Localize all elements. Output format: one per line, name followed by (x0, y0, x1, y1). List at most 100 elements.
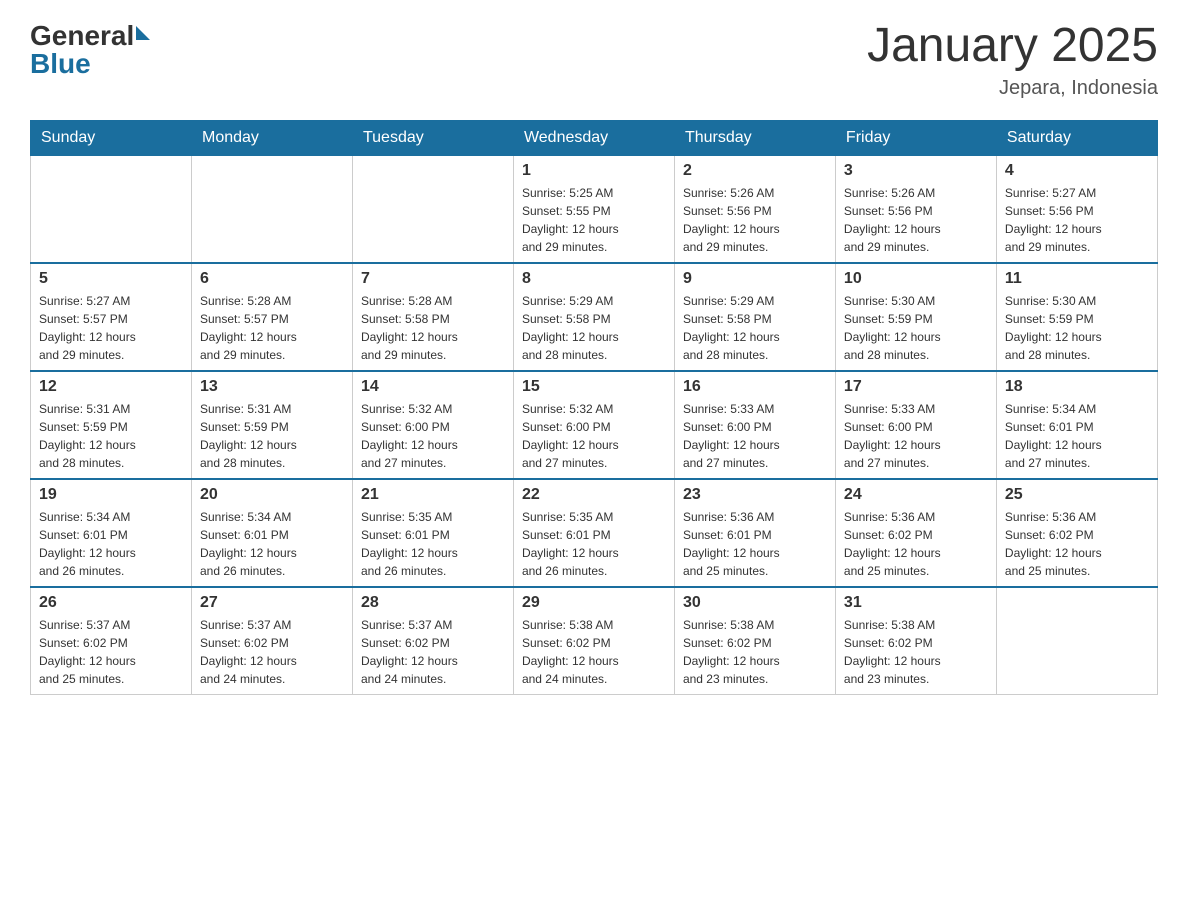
day-number: 11 (1005, 270, 1149, 288)
calendar-cell: 14 Sunrise: 5:32 AMSunset: 6:00 PMDayligh… (352, 371, 513, 479)
day-info: Sunrise: 5:37 AMSunset: 6:02 PMDaylight:… (361, 616, 505, 688)
day-info: Sunrise: 5:34 AMSunset: 6:01 PMDaylight:… (200, 508, 344, 580)
day-info: Sunrise: 5:28 AMSunset: 5:58 PMDaylight:… (361, 292, 505, 364)
calendar-cell: 15 Sunrise: 5:32 AMSunset: 6:00 PMDayligh… (513, 371, 674, 479)
day-info: Sunrise: 5:26 AMSunset: 5:56 PMDaylight:… (683, 184, 827, 256)
calendar-cell: 18 Sunrise: 5:34 AMSunset: 6:01 PMDayligh… (996, 371, 1157, 479)
day-number: 8 (522, 270, 666, 288)
calendar-title: January 2025 (867, 20, 1158, 73)
day-info: Sunrise: 5:33 AMSunset: 6:00 PMDaylight:… (683, 400, 827, 472)
day-header-monday: Monday (191, 120, 352, 155)
calendar-cell: 17Sunrise: 5:33 AMSunset: 6:00 PMDayligh… (835, 371, 996, 479)
calendar-cell (352, 155, 513, 263)
calendar-cell: 20 Sunrise: 5:34 AMSunset: 6:01 PMDayligh… (191, 479, 352, 587)
day-header-tuesday: Tuesday (352, 120, 513, 155)
day-number: 31 (844, 594, 988, 612)
calendar-cell: 24Sunrise: 5:36 AMSunset: 6:02 PMDayligh… (835, 479, 996, 587)
day-info: Sunrise: 5:30 AMSunset: 5:59 PMDaylight:… (844, 292, 988, 364)
calendar-cell: 13Sunrise: 5:31 AMSunset: 5:59 PMDayligh… (191, 371, 352, 479)
day-info: Sunrise: 5:34 AMSunset: 6:01 PMDaylight:… (39, 508, 183, 580)
day-info: Sunrise: 5:33 AMSunset: 6:00 PMDaylight:… (844, 400, 988, 472)
day-info: Sunrise: 5:27 AMSunset: 5:57 PMDaylight:… (39, 292, 183, 364)
day-number: 12 (39, 378, 183, 396)
day-number: 21 (361, 486, 505, 504)
day-number: 3 (844, 162, 988, 180)
calendar-cell: 29Sunrise: 5:38 AMSunset: 6:02 PMDayligh… (513, 587, 674, 695)
calendar-cell: 12Sunrise: 5:31 AMSunset: 5:59 PMDayligh… (31, 371, 192, 479)
logo-blue-text: Blue (30, 48, 150, 80)
day-number: 30 (683, 594, 827, 612)
day-info: Sunrise: 5:35 AMSunset: 6:01 PMDaylight:… (522, 508, 666, 580)
calendar-cell: 10 Sunrise: 5:30 AMSunset: 5:59 PMDayligh… (835, 263, 996, 371)
day-info: Sunrise: 5:38 AMSunset: 6:02 PMDaylight:… (522, 616, 666, 688)
day-info: Sunrise: 5:32 AMSunset: 6:00 PMDaylight:… (522, 400, 666, 472)
day-number: 14 (361, 378, 505, 396)
day-info: Sunrise: 5:36 AMSunset: 6:01 PMDaylight:… (683, 508, 827, 580)
day-number: 22 (522, 486, 666, 504)
day-number: 1 (522, 162, 666, 180)
calendar-week-row: 5 Sunrise: 5:27 AMSunset: 5:57 PMDaylight… (31, 263, 1158, 371)
calendar-cell: 3Sunrise: 5:26 AMSunset: 5:56 PMDaylight… (835, 155, 996, 263)
day-number: 10 (844, 270, 988, 288)
day-number: 15 (522, 378, 666, 396)
day-info: Sunrise: 5:28 AMSunset: 5:57 PMDaylight:… (200, 292, 344, 364)
day-info: Sunrise: 5:36 AMSunset: 6:02 PMDaylight:… (1005, 508, 1149, 580)
day-header-friday: Friday (835, 120, 996, 155)
calendar-cell: 31 Sunrise: 5:38 AMSunset: 6:02 PMDayligh… (835, 587, 996, 695)
calendar-cell: 1 Sunrise: 5:25 AMSunset: 5:55 PMDaylight… (513, 155, 674, 263)
day-info: Sunrise: 5:31 AMSunset: 5:59 PMDaylight:… (200, 400, 344, 472)
day-number: 28 (361, 594, 505, 612)
day-number: 25 (1005, 486, 1149, 504)
calendar-subtitle: Jepara, Indonesia (867, 77, 1158, 100)
day-info: Sunrise: 5:25 AMSunset: 5:55 PMDaylight:… (522, 184, 666, 256)
calendar-cell (996, 587, 1157, 695)
calendar-table: SundayMondayTuesdayWednesdayThursdayFrid… (30, 120, 1158, 695)
calendar-cell: 5 Sunrise: 5:27 AMSunset: 5:57 PMDaylight… (31, 263, 192, 371)
calendar-week-row: 12 Sunrise: 5:31 AMSunset: 5:59 PMDayligh… (31, 371, 1158, 479)
calendar-cell: 21 Sunrise: 5:35 AMSunset: 6:01 PMDayligh… (352, 479, 513, 587)
calendar-week-row: 1 Sunrise: 5:25 AMSunset: 5:55 PMDaylight… (31, 155, 1158, 263)
calendar-week-row: 26Sunrise: 5:37 AMSunset: 6:02 PMDayligh… (31, 587, 1158, 695)
day-header-saturday: Saturday (996, 120, 1157, 155)
logo-arrow-icon (136, 26, 150, 40)
day-info: Sunrise: 5:27 AMSunset: 5:56 PMDaylight:… (1005, 184, 1149, 256)
day-number: 9 (683, 270, 827, 288)
calendar-header-row: SundayMondayTuesdayWednesdayThursdayFrid… (31, 120, 1158, 155)
day-number: 7 (361, 270, 505, 288)
day-number: 27 (200, 594, 344, 612)
calendar-cell: 11 Sunrise: 5:30 AMSunset: 5:59 PMDayligh… (996, 263, 1157, 371)
calendar-cell: 25 Sunrise: 5:36 AMSunset: 6:02 PMDayligh… (996, 479, 1157, 587)
day-number: 4 (1005, 162, 1149, 180)
day-info: Sunrise: 5:32 AMSunset: 6:00 PMDaylight:… (361, 400, 505, 472)
day-number: 16 (683, 378, 827, 396)
day-info: Sunrise: 5:30 AMSunset: 5:59 PMDaylight:… (1005, 292, 1149, 364)
day-info: Sunrise: 5:35 AMSunset: 6:01 PMDaylight:… (361, 508, 505, 580)
calendar-cell (31, 155, 192, 263)
day-number: 5 (39, 270, 183, 288)
day-info: Sunrise: 5:34 AMSunset: 6:01 PMDaylight:… (1005, 400, 1149, 472)
day-info: Sunrise: 5:29 AMSunset: 5:58 PMDaylight:… (683, 292, 827, 364)
logo: General Blue (30, 20, 150, 80)
calendar-week-row: 19Sunrise: 5:34 AMSunset: 6:01 PMDayligh… (31, 479, 1158, 587)
calendar-cell: 9 Sunrise: 5:29 AMSunset: 5:58 PMDaylight… (674, 263, 835, 371)
day-info: Sunrise: 5:37 AMSunset: 6:02 PMDaylight:… (39, 616, 183, 688)
calendar-cell: 7 Sunrise: 5:28 AMSunset: 5:58 PMDaylight… (352, 263, 513, 371)
day-info: Sunrise: 5:38 AMSunset: 6:02 PMDaylight:… (844, 616, 988, 688)
calendar-cell: 22 Sunrise: 5:35 AMSunset: 6:01 PMDayligh… (513, 479, 674, 587)
calendar-cell: 4 Sunrise: 5:27 AMSunset: 5:56 PMDaylight… (996, 155, 1157, 263)
day-info: Sunrise: 5:37 AMSunset: 6:02 PMDaylight:… (200, 616, 344, 688)
calendar-cell: 19Sunrise: 5:34 AMSunset: 6:01 PMDayligh… (31, 479, 192, 587)
day-header-sunday: Sunday (31, 120, 192, 155)
day-header-wednesday: Wednesday (513, 120, 674, 155)
day-header-thursday: Thursday (674, 120, 835, 155)
day-number: 20 (200, 486, 344, 504)
calendar-cell (191, 155, 352, 263)
day-number: 18 (1005, 378, 1149, 396)
day-number: 6 (200, 270, 344, 288)
day-number: 2 (683, 162, 827, 180)
calendar-cell: 30Sunrise: 5:38 AMSunset: 6:02 PMDayligh… (674, 587, 835, 695)
calendar-cell: 28 Sunrise: 5:37 AMSunset: 6:02 PMDayligh… (352, 587, 513, 695)
calendar-cell: 2 Sunrise: 5:26 AMSunset: 5:56 PMDaylight… (674, 155, 835, 263)
day-number: 24 (844, 486, 988, 504)
calendar-cell: 26Sunrise: 5:37 AMSunset: 6:02 PMDayligh… (31, 587, 192, 695)
